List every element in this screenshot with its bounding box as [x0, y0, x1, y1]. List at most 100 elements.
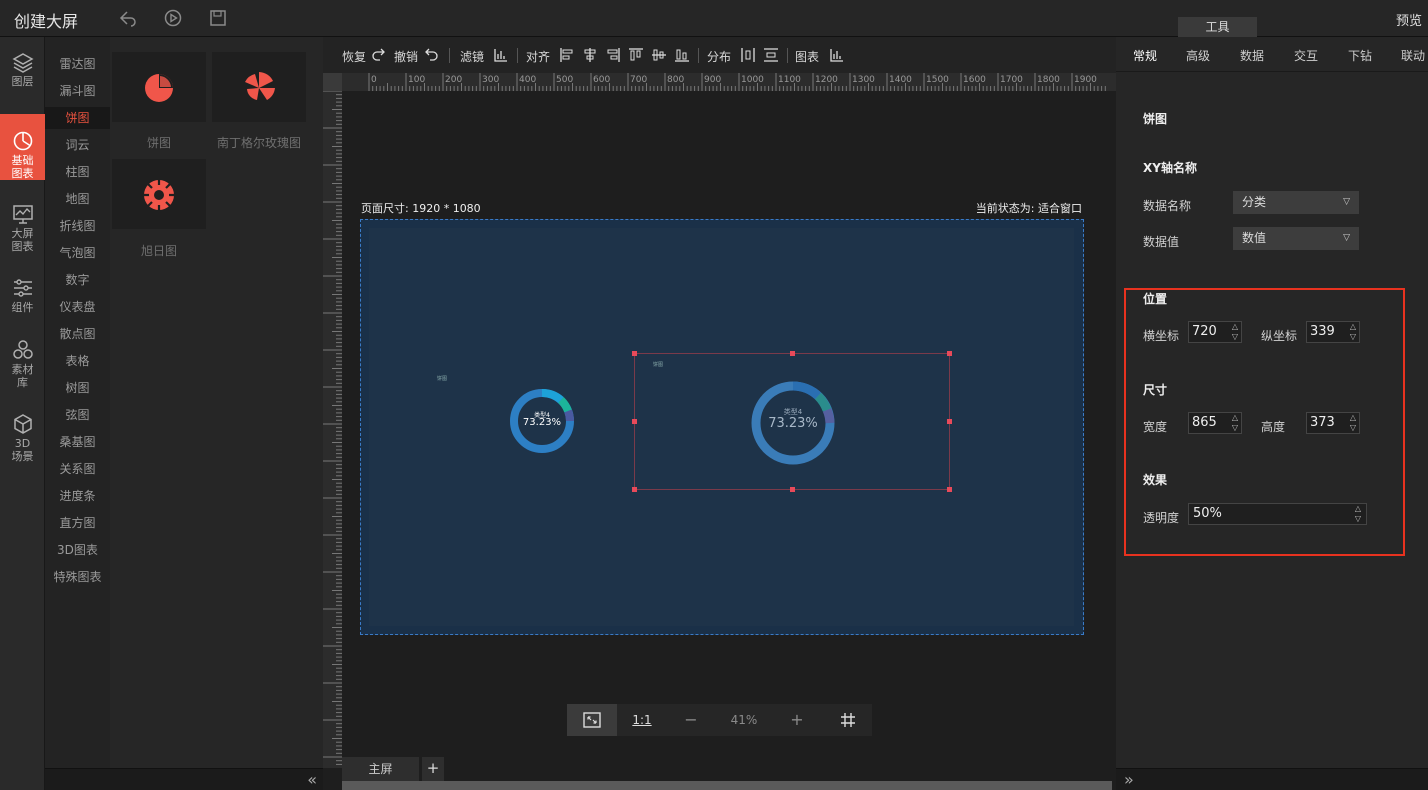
tab-drilldown[interactable]: 下钻	[1348, 47, 1372, 64]
category-item[interactable]: 数字	[45, 269, 110, 291]
save-icon[interactable]	[208, 8, 228, 28]
vertical-ruler	[323, 91, 342, 768]
horizontal-ruler-ticks: 0 100 200 300 400 500 600 700 800 900 1000 1100 1200…	[368, 73, 1106, 91]
category-item[interactable]: 树图	[45, 377, 110, 399]
redo-button[interactable]: 恢复	[342, 48, 366, 65]
category-item[interactable]: 3D图表	[45, 539, 110, 561]
category-item[interactable]: 地图	[45, 188, 110, 210]
thumb-sunburst[interactable]	[112, 159, 206, 229]
xy-axis-title: XY轴名称	[1143, 161, 1197, 175]
resize-handle[interactable]	[632, 487, 637, 492]
nav-screen-charts[interactable]: 大屏图表	[0, 203, 45, 259]
filter-chart-icon[interactable]	[493, 47, 509, 63]
top-bar: 创建大屏 工具 预览	[0, 0, 1428, 37]
chart-category-list: 雷达图 漏斗图 饼图 词云 柱图 地图 折线图 气泡图 数字 仪表盘 散点图 表…	[45, 37, 110, 768]
screen-canvas[interactable]: 饼图 类型4 73.23% 饼图 类型4 73.23%	[360, 219, 1084, 635]
align-left-icon[interactable]	[559, 47, 575, 63]
chart-bar-icon[interactable]	[829, 47, 845, 63]
resize-handle[interactable]	[632, 351, 637, 356]
chart-button[interactable]: 图表	[795, 48, 819, 65]
align-right-icon[interactable]	[605, 47, 621, 63]
category-item[interactable]: 关系图	[45, 458, 110, 480]
collapse-right-icon[interactable]: »	[1124, 770, 1134, 789]
category-item[interactable]: 仪表盘	[45, 296, 110, 318]
tab-advanced[interactable]: 高级	[1186, 47, 1210, 64]
category-item[interactable]: 直方图	[45, 512, 110, 534]
ruler-label: 0	[371, 75, 377, 85]
left-nav: 图层 基础图表 大屏图表 组件 素材库 3D场景	[0, 37, 45, 790]
category-item[interactable]: 散点图	[45, 323, 110, 345]
properties-tabs: 常规 高级 数据 交互 下钻 联动	[1116, 37, 1428, 72]
zoom-out-button[interactable]: −	[667, 704, 715, 736]
category-item[interactable]: 气泡图	[45, 242, 110, 264]
thumb-pie[interactable]	[112, 52, 206, 122]
nav-basic-charts[interactable]: 基础图表	[0, 114, 45, 180]
pie-chart-widget-2[interactable]: 饼图 类型4 73.23%	[632, 351, 952, 492]
nav-3d-scene-label: 3D场景	[11, 437, 34, 463]
ruler-label: 1800	[1037, 75, 1060, 85]
tab-main-screen[interactable]: 主屏	[342, 757, 419, 781]
thumb-rose[interactable]	[212, 52, 306, 122]
add-tab-button[interactable]: +	[422, 757, 444, 781]
category-item[interactable]: 词云	[45, 134, 110, 156]
category-item[interactable]: 桑基图	[45, 431, 110, 453]
tools-tab[interactable]: 工具	[1178, 17, 1257, 37]
undo-icon[interactable]	[423, 47, 439, 63]
nav-layers[interactable]: 图层	[0, 51, 45, 113]
category-item[interactable]: 进度条	[45, 485, 110, 507]
distribute-horizontal-icon[interactable]	[740, 47, 756, 63]
nav-materials-label: 素材库	[11, 363, 34, 389]
back-icon[interactable]	[118, 8, 138, 28]
data-name-select[interactable]: 分类 ▽	[1233, 191, 1359, 214]
resize-handle[interactable]	[632, 419, 637, 424]
tab-data[interactable]: 数据	[1240, 47, 1264, 64]
tab-general[interactable]: 常规	[1133, 47, 1157, 64]
collapse-left-icon[interactable]: «	[307, 770, 317, 789]
category-item[interactable]: 特殊图表	[45, 566, 110, 588]
nav-3d-scene[interactable]: 3D场景	[0, 413, 45, 469]
data-value-select[interactable]: 数值 ▽	[1233, 227, 1359, 250]
fit-window-button[interactable]	[567, 704, 617, 736]
align-bottom-icon[interactable]	[674, 47, 690, 63]
category-item[interactable]: 弦图	[45, 404, 110, 426]
category-item[interactable]: 雷达图	[45, 53, 110, 75]
distribute-button[interactable]: 分布	[707, 48, 731, 65]
resize-handle[interactable]	[790, 351, 795, 356]
filter-button[interactable]: 滤镜	[460, 48, 484, 65]
align-middle-icon[interactable]	[651, 47, 667, 63]
ruler-label: 400	[519, 75, 536, 85]
preview-button[interactable]: 预览	[1396, 10, 1422, 29]
ruler-label: 600	[593, 75, 610, 85]
horizontal-scrollbar[interactable]	[342, 781, 1112, 790]
align-button[interactable]: 对齐	[526, 48, 550, 65]
redo-icon[interactable]	[371, 47, 387, 63]
category-item[interactable]: 柱图	[45, 161, 110, 183]
tab-linkage[interactable]: 联动	[1401, 47, 1425, 64]
rose-thumb-icon	[245, 72, 275, 100]
resize-handle[interactable]	[947, 351, 952, 356]
materials-icon	[12, 340, 33, 359]
distribute-vertical-icon[interactable]	[763, 47, 779, 63]
category-item[interactable]: 饼图	[45, 107, 110, 129]
one-to-one-button[interactable]: 1:1	[619, 704, 665, 736]
align-top-icon[interactable]	[628, 47, 644, 63]
category-item[interactable]: 折线图	[45, 215, 110, 237]
undo-button[interactable]: 撤销	[394, 48, 418, 65]
category-item[interactable]: 漏斗图	[45, 80, 110, 102]
resize-handle[interactable]	[947, 487, 952, 492]
resize-handle[interactable]	[947, 419, 952, 424]
nav-materials[interactable]: 素材库	[0, 339, 45, 395]
tab-interaction[interactable]: 交互	[1294, 47, 1318, 64]
grid-button[interactable]	[823, 704, 872, 736]
nav-components[interactable]: 组件	[0, 277, 45, 321]
ruler-label: 1600	[963, 75, 986, 85]
sunburst-thumb-icon	[144, 180, 174, 210]
category-item[interactable]: 表格	[45, 350, 110, 372]
left-panel-footer: «	[45, 768, 323, 790]
zoom-in-button[interactable]: +	[773, 704, 821, 736]
align-center-icon[interactable]	[582, 47, 598, 63]
play-icon[interactable]	[163, 8, 183, 28]
pie-chart-widget-1[interactable]: 饼图 类型4 73.23%	[431, 370, 621, 470]
ruler-label: 1100	[778, 75, 801, 85]
resize-handle[interactable]	[790, 487, 795, 492]
